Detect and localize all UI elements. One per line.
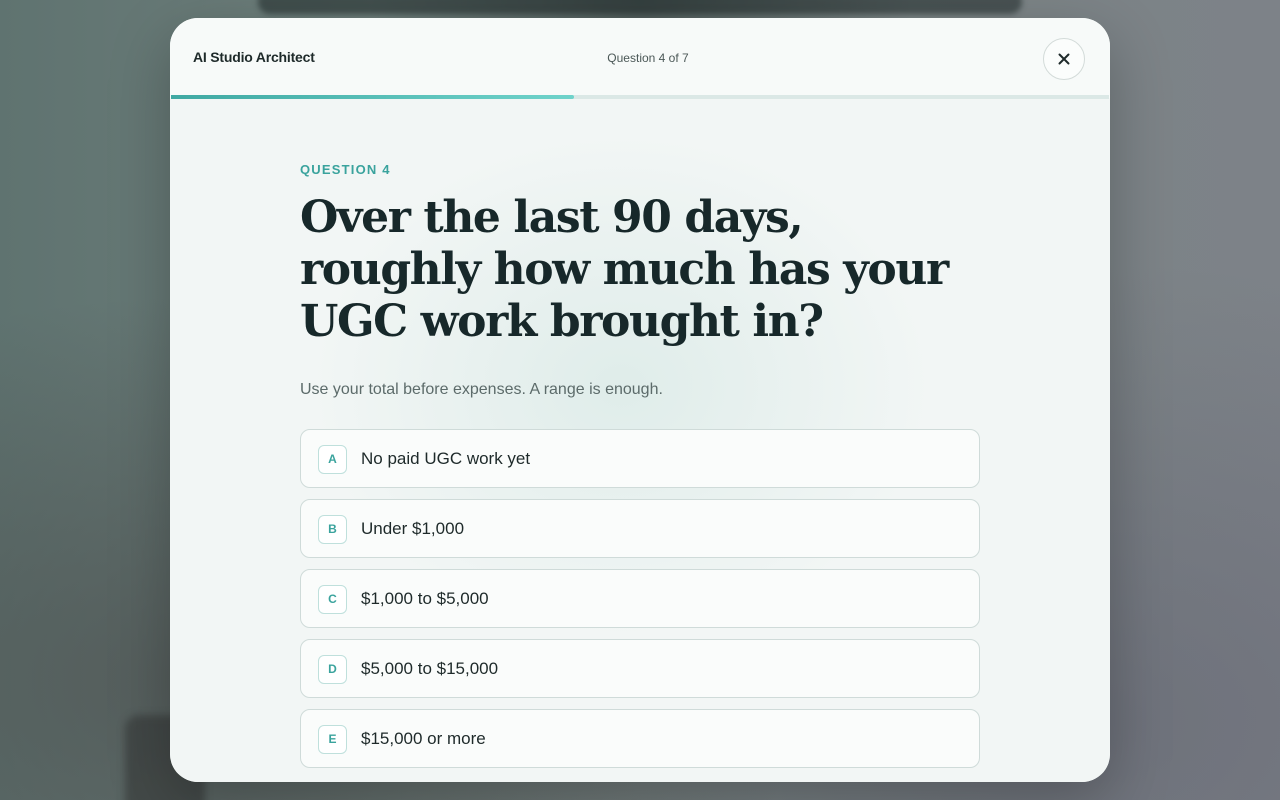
answer-option-d[interactable]: D $5,000 to $15,000: [300, 639, 980, 698]
option-label: No paid UGC work yet: [361, 449, 531, 468]
step-indicator: Question 4 of 7: [170, 51, 1110, 65]
option-key-badge: D: [318, 655, 347, 684]
close-icon: [1058, 53, 1070, 65]
option-key-badge: B: [318, 515, 347, 544]
quiz-modal: AI Studio Architect Question 4 of 7 QUES…: [170, 18, 1110, 782]
question-panel: QUESTION 4 Over the last 90 days, roughl…: [170, 99, 1110, 782]
option-label: Under $1,000: [361, 519, 465, 538]
option-key-badge: A: [318, 445, 347, 474]
option-key-badge: C: [318, 585, 347, 614]
question-eyebrow: QUESTION 4: [300, 162, 391, 177]
question-hint: Use your total before expenses. A range …: [300, 381, 663, 398]
step-label: Question 4 of 7: [607, 51, 689, 65]
answer-option-e[interactable]: E $15,000 or more: [300, 709, 980, 768]
modal-header: AI Studio Architect Question 4 of 7: [170, 18, 1110, 98]
answer-option-b[interactable]: B Under $1,000: [300, 499, 980, 558]
option-label: $5,000 to $15,000: [361, 659, 499, 678]
close-button[interactable]: [1043, 38, 1085, 80]
option-label: $15,000 or more: [361, 729, 486, 748]
option-key-badge: E: [318, 725, 347, 754]
option-label: $1,000 to $5,000: [361, 589, 489, 608]
answer-option-c[interactable]: C $1,000 to $5,000: [300, 569, 980, 628]
backdrop-blurred-element: [258, 0, 1022, 14]
question-title: Over the last 90 days, roughly how much …: [300, 192, 949, 347]
answer-options: A No paid UGC work yet B Under $1,000 C …: [300, 429, 980, 779]
answer-option-a[interactable]: A No paid UGC work yet: [300, 429, 980, 488]
